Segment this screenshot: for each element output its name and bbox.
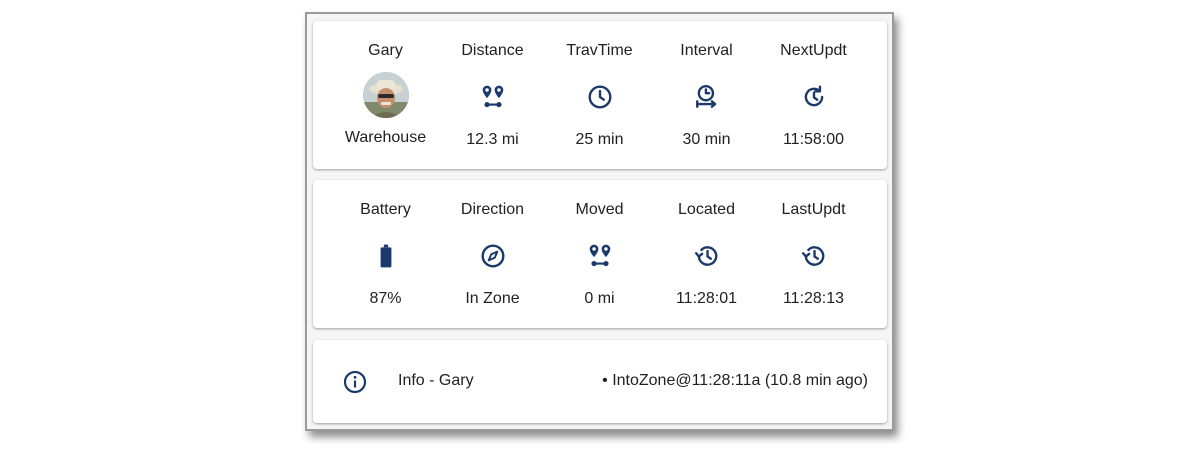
moved-label: Moved xyxy=(575,201,624,218)
info-message: • IntoZone@11:28:11a (10.8 min ago) xyxy=(602,372,868,389)
located-value: 11:28:01 xyxy=(675,290,738,307)
nextupdt-cell[interactable]: NextUpdt 11:58:00 xyxy=(760,21,867,169)
direction-cell[interactable]: Direction In Zone xyxy=(439,180,546,328)
located-cell[interactable]: Located 11:28:01 xyxy=(653,180,760,328)
tracker-dashboard: Gary Warehouse Distance 12.3 mi TravTime… xyxy=(305,12,894,431)
moved-cell[interactable]: Moved 0 mi xyxy=(546,180,653,328)
lastupdt-value: 11:28:13 xyxy=(782,290,845,307)
battery-cell[interactable]: Battery 87% xyxy=(332,180,439,328)
distance-label: Distance xyxy=(461,42,524,59)
timer-arrow-right-icon xyxy=(694,84,720,110)
direction-label: Direction xyxy=(460,201,525,218)
interval-cell[interactable]: Interval 30 min xyxy=(653,21,760,169)
lastupdt-label: LastUpdt xyxy=(781,201,846,218)
history-icon xyxy=(801,243,827,269)
nextupdt-value: 11:58:00 xyxy=(782,131,845,148)
device-status-card: Battery 87% Direction In Zone Moved 0 mi… xyxy=(313,180,887,328)
moved-value: 0 mi xyxy=(584,290,615,307)
distance-cell[interactable]: Distance 12.3 mi xyxy=(439,21,546,169)
clock-outline-icon xyxy=(587,84,613,110)
interval-value: 30 min xyxy=(682,131,731,148)
travtime-cell[interactable]: TravTime 25 min xyxy=(546,21,653,169)
interval-label: Interval xyxy=(680,42,733,59)
lastupdt-cell[interactable]: LastUpdt 11:28:13 xyxy=(760,180,867,328)
history-icon xyxy=(694,243,720,269)
battery-value: 87% xyxy=(369,290,402,307)
battery-icon xyxy=(373,243,399,269)
map-marker-distance-icon xyxy=(587,243,613,269)
zone-name: Warehouse xyxy=(344,129,427,146)
person-name: Gary xyxy=(368,42,403,59)
direction-value: In Zone xyxy=(465,290,520,307)
device-summary-card: Gary Warehouse Distance 12.3 mi TravTime… xyxy=(313,21,887,169)
travtime-label: TravTime xyxy=(566,42,633,59)
travtime-value: 25 min xyxy=(575,131,624,148)
clock-refresh-icon xyxy=(801,84,827,110)
info-title: Info - Gary xyxy=(398,372,474,389)
map-marker-distance-icon xyxy=(480,84,506,110)
nextupdt-label: NextUpdt xyxy=(780,42,847,59)
compass-icon xyxy=(480,243,506,269)
information-outline-icon xyxy=(343,370,367,394)
person-cell[interactable]: Gary Warehouse xyxy=(332,21,439,169)
info-card[interactable]: Info - Gary • IntoZone@11:28:11a (10.8 m… xyxy=(313,340,887,423)
distance-value: 12.3 mi xyxy=(466,131,519,148)
avatar[interactable] xyxy=(362,72,409,118)
battery-label: Battery xyxy=(360,201,411,218)
located-label: Located xyxy=(678,201,735,218)
